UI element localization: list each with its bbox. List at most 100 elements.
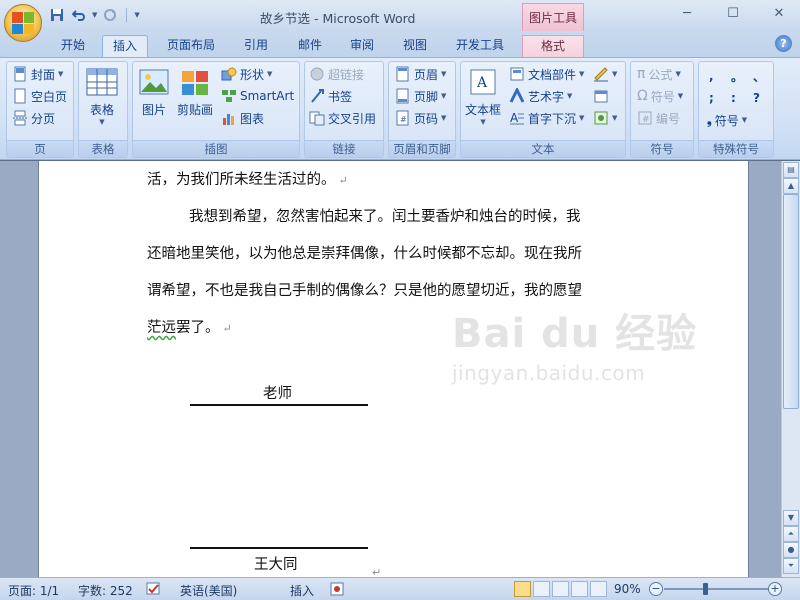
drop-cap-button[interactable]: A 首字下沉 ▼ (509, 108, 584, 128)
tab-format[interactable]: 格式 (522, 35, 584, 57)
undo-icon[interactable] (70, 7, 88, 23)
wordart-icon (509, 86, 525, 104)
smartart-button[interactable]: SmartArt (221, 86, 294, 106)
page-count[interactable]: 页面: 1/1 (8, 582, 59, 599)
office-button[interactable] (4, 4, 42, 42)
repeat-icon[interactable] (101, 7, 119, 23)
hyperlink-icon (309, 66, 325, 82)
cover-page-icon (12, 66, 28, 82)
full-screen-reading-icon[interactable] (533, 581, 550, 597)
chart-button[interactable]: 图表 (221, 108, 264, 128)
scroll-thumb[interactable] (783, 194, 799, 409)
picture-button[interactable]: 图片 (139, 68, 169, 118)
signature-line-top[interactable] (190, 404, 368, 406)
period-button[interactable]: 。 (731, 66, 743, 86)
hyperlink-button[interactable]: 超链接 (309, 64, 364, 84)
cross-reference-button[interactable]: 交叉引用 (309, 108, 376, 128)
numbering-button[interactable]: # 编号 (637, 108, 680, 128)
outline-view-icon[interactable] (571, 581, 588, 597)
signature-line-button[interactable]: ▼ (593, 64, 617, 84)
zoom-level[interactable]: 90% (614, 582, 641, 596)
paragraph-mark: ↵ (222, 322, 232, 335)
picture-tools-header: 图片工具 (522, 3, 584, 31)
object-button[interactable]: ▼ (593, 108, 617, 128)
scroll-up-icon[interactable]: ▲ (783, 178, 799, 194)
zoom-out-icon[interactable]: − (649, 582, 663, 596)
help-icon[interactable]: ? (775, 35, 792, 52)
browse-object-icon[interactable]: ● (783, 542, 799, 558)
group-label-special-symbols: 特殊符号 (699, 140, 773, 157)
group-text: A 文本框 ▼ 文档部件 ▼ 艺术字 ▼ A 首字下沉 ▼ ▼ ▼ 文本 (460, 61, 626, 158)
semicolon-button[interactable]: ; (709, 88, 714, 108)
watermark-brand: Bai du 经验 (452, 311, 698, 357)
draft-view-icon[interactable] (590, 581, 607, 597)
scroll-down-icon[interactable]: ▼ (783, 510, 799, 526)
footer-button[interactable]: 页脚 ▼ (395, 86, 446, 106)
special-symbol-button[interactable]: ❟ 符号 ▼ (707, 110, 747, 130)
zoom-slider[interactable] (664, 588, 768, 590)
blank-page-button[interactable]: 空白页 (12, 86, 67, 106)
tab-view[interactable]: 视图 (396, 35, 434, 57)
zoom-slider-thumb[interactable] (703, 583, 709, 595)
tab-mailings[interactable]: 邮件 (290, 35, 330, 57)
shapes-button[interactable]: 形状 ▼ (221, 64, 272, 84)
paragraph-line: 活，为我们所未经生活过的。 ↵ (147, 172, 348, 188)
close-button[interactable]: ✕ (756, 4, 800, 26)
save-icon[interactable] (48, 7, 66, 23)
picture-icon (139, 68, 169, 101)
comma-button[interactable]: , (709, 66, 714, 86)
table-icon (86, 68, 118, 101)
print-layout-view-icon[interactable] (514, 581, 531, 597)
tab-references[interactable]: 引用 (236, 35, 276, 57)
title-bar: ▼ ▼ 故乡节选 - Microsoft Word ─ ☐ ✕ (0, 0, 800, 31)
tab-insert[interactable]: 插入 (102, 35, 148, 57)
group-label-symbols: 符号 (631, 140, 693, 157)
colon-button[interactable]: : (731, 88, 736, 108)
question-mark-button[interactable]: ? (753, 88, 760, 108)
omega-icon: Ω (637, 88, 648, 104)
proofing-icon[interactable] (146, 582, 162, 599)
signature-line-bottom[interactable] (190, 547, 368, 549)
web-layout-icon[interactable] (552, 581, 569, 597)
minimize-button[interactable]: ─ (664, 4, 710, 26)
page-number-button[interactable]: # 页码 ▼ (395, 108, 446, 128)
language-indicator[interactable]: 英语(美国) (180, 582, 237, 599)
tab-developer[interactable]: 开发工具 (448, 35, 512, 57)
tab-home[interactable]: 开始 (54, 35, 92, 57)
office-logo-icon (12, 12, 34, 34)
watermark-url: jingyan.baidu.com (452, 361, 646, 385)
undo-dropdown-icon[interactable]: ▼ (92, 11, 97, 19)
pi-icon: π (637, 66, 646, 82)
header-button[interactable]: 页眉 ▼ (395, 64, 446, 84)
ruler-toggle-icon[interactable]: ▤ (783, 162, 799, 178)
wordart-button[interactable]: 艺术字 ▼ (509, 86, 572, 106)
word-count[interactable]: 字数: 252 (78, 582, 133, 599)
textbox-button[interactable]: A 文本框 ▼ (465, 68, 501, 126)
bookmark-button[interactable]: 书签 (309, 86, 352, 106)
table-button[interactable]: 表格 ▼ (86, 68, 118, 126)
insert-mode[interactable]: 插入 (290, 582, 314, 599)
date-time-button[interactable] (593, 86, 609, 106)
quick-parts-icon (509, 66, 525, 82)
cover-page-button[interactable]: 封面 ▼ (12, 64, 63, 84)
symbol-button[interactable]: Ω 符号 ▼ (637, 86, 683, 106)
next-page-icon[interactable]: ⏷ (783, 558, 799, 574)
clipart-button[interactable]: 剪贴画 (177, 68, 213, 118)
enumeration-comma-button[interactable]: 、 (753, 66, 765, 86)
previous-page-icon[interactable]: ⏶ (783, 526, 799, 542)
group-label-pages: 页 (7, 140, 73, 157)
document-workspace: 活，为我们所未经生活过的。 ↵ 我想到希望，忽然害怕起来了。闰土要香炉和烛台的时候… (0, 161, 781, 577)
maximize-button[interactable]: ☐ (710, 4, 756, 26)
page-break-button[interactable]: 分页 (12, 108, 55, 128)
vertical-scrollbar[interactable]: ▤ ▲ ▼ ⏶ ● ⏷ (781, 161, 800, 577)
customize-qat-icon[interactable]: ▼ (134, 11, 139, 19)
group-pages: 封面 ▼ 空白页 分页 页 (6, 61, 74, 158)
zoom-in-icon[interactable]: + (768, 582, 782, 596)
textbox-icon: A (468, 68, 498, 101)
tab-page-layout[interactable]: 页面布局 (160, 35, 222, 57)
equation-button[interactable]: π 公式 ▼ (637, 64, 681, 84)
spelling-flag: 茫远 (147, 320, 176, 336)
macro-record-icon[interactable] (330, 582, 344, 599)
quick-parts-button[interactable]: 文档部件 ▼ (509, 64, 584, 84)
tab-review[interactable]: 审阅 (342, 35, 382, 57)
